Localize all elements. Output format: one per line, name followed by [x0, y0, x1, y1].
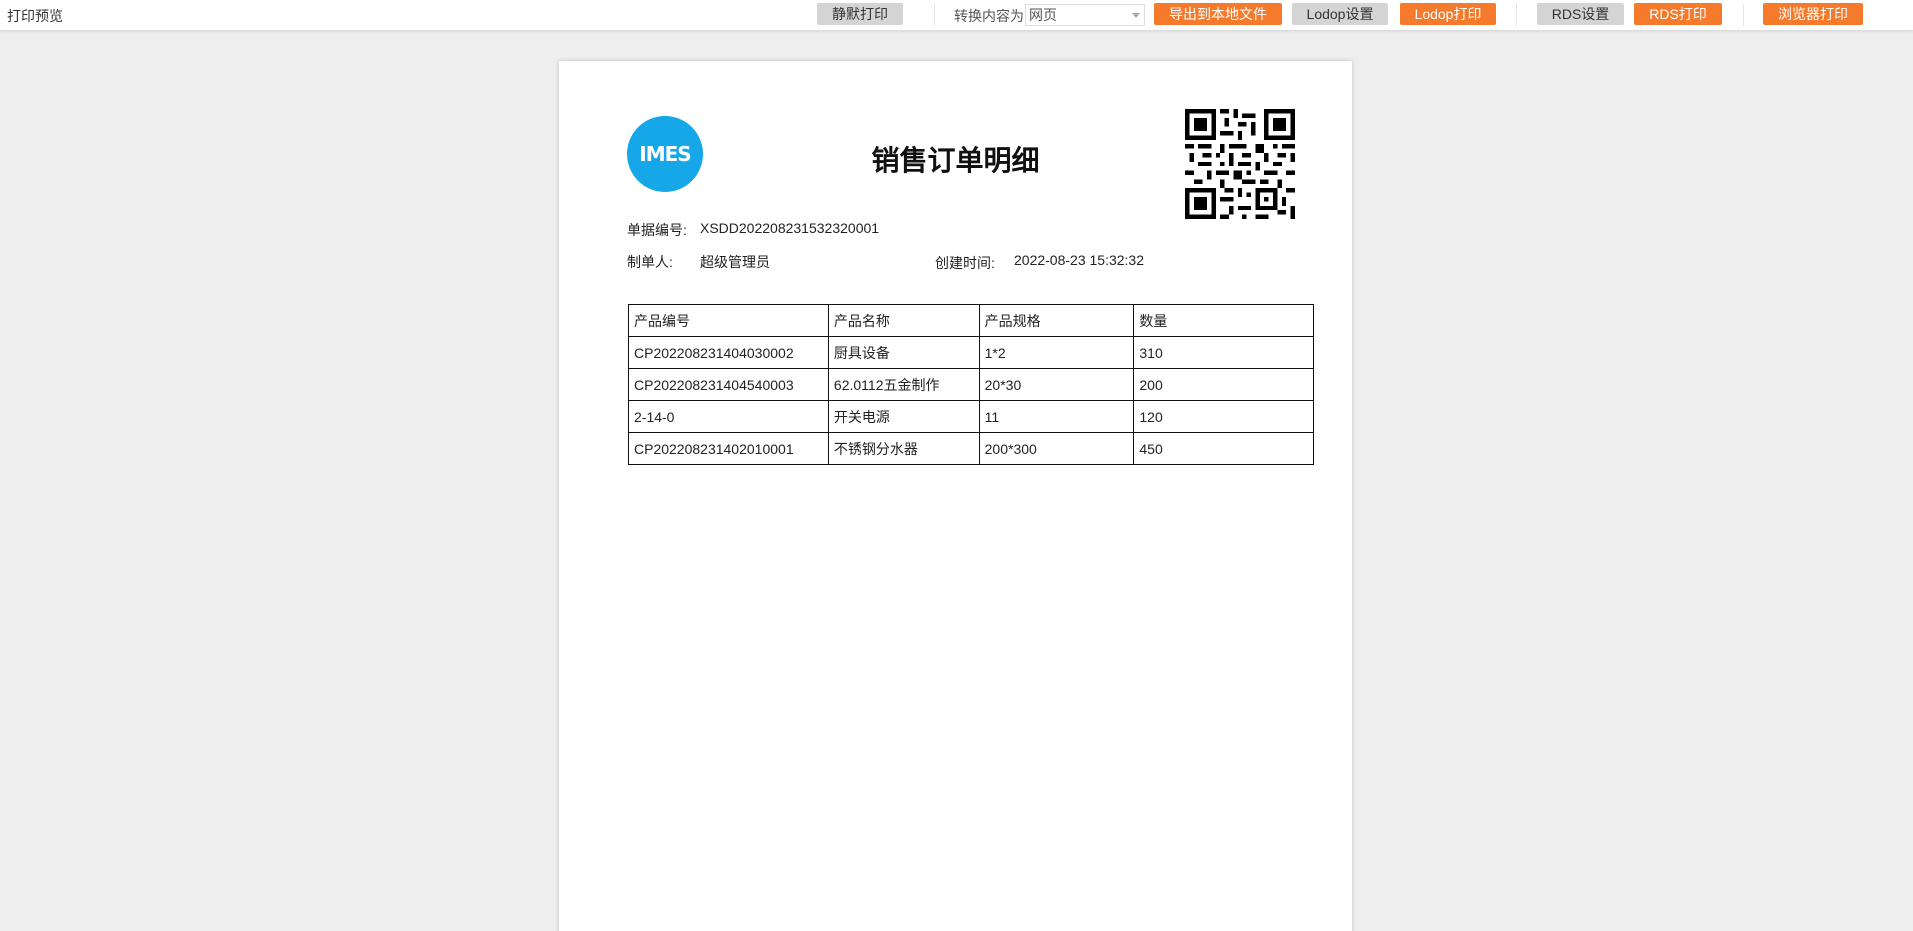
- cell-product-spec: 11: [978, 400, 1135, 433]
- cell-quantity: 200: [1133, 368, 1314, 401]
- cell-quantity: 450: [1133, 432, 1314, 465]
- cell-quantity: 310: [1133, 336, 1314, 369]
- order-no-value: XSDD202208231532320001: [700, 220, 880, 236]
- cell-product-code: CP202208231404540003: [628, 368, 829, 401]
- cell-product-spec: 200*300: [978, 432, 1135, 465]
- separator: [1516, 4, 1517, 26]
- export-local-button[interactable]: 导出到本地文件: [1154, 3, 1282, 25]
- toolbar: 打印预览 静默打印 转换内容为 网页 导出到本地文件 Lodop设置 Lodop…: [0, 0, 1913, 31]
- creator-value: 超级管理员: [700, 254, 770, 270]
- table-row: CP202208231404030002 厨具设备 1*2 310: [628, 336, 1314, 369]
- created-time-value: 2022-08-23 15:32:32: [1014, 252, 1144, 268]
- order-no-label: 单据编号:: [627, 222, 687, 238]
- qr-code: [1185, 109, 1295, 219]
- convert-label: 转换内容为: [954, 8, 1024, 24]
- table-row: 2-14-0 开关电源 11 120: [628, 400, 1314, 433]
- column-header-product-code: 产品编号: [628, 304, 829, 337]
- convert-format-value: 网页: [1029, 7, 1057, 23]
- separator: [934, 4, 935, 26]
- cell-product-spec: 20*30: [978, 368, 1135, 401]
- column-header-product-name: 产品名称: [827, 304, 980, 337]
- convert-format-select[interactable]: 网页: [1025, 4, 1145, 26]
- table-row: CP202208231402010001 不锈钢分水器 200*300 450: [628, 432, 1314, 465]
- browser-print-button[interactable]: 浏览器打印: [1763, 3, 1863, 25]
- chevron-down-icon: [1132, 13, 1140, 18]
- created-time-label: 创建时间:: [935, 255, 995, 271]
- cell-product-name: 不锈钢分水器: [827, 432, 980, 465]
- lodop-print-button[interactable]: Lodop打印: [1400, 3, 1496, 25]
- silent-print-button[interactable]: 静默打印: [817, 3, 903, 25]
- table-row: CP202208231404540003 62.0112五金制作 20*30 2…: [628, 368, 1314, 401]
- rds-settings-button[interactable]: RDS设置: [1537, 3, 1624, 25]
- separator: [1743, 4, 1744, 26]
- cell-product-name: 开关电源: [827, 400, 980, 433]
- cell-product-code: CP202208231402010001: [628, 432, 829, 465]
- page-title: 打印预览: [7, 8, 63, 24]
- cell-product-spec: 1*2: [978, 336, 1135, 369]
- order-items-table: 产品编号 产品名称 产品规格 数量 CP202208231404030002 厨…: [628, 304, 1314, 465]
- rds-print-button[interactable]: RDS打印: [1634, 3, 1722, 25]
- cell-product-code: CP202208231404030002: [628, 336, 829, 369]
- lodop-settings-button[interactable]: Lodop设置: [1292, 3, 1388, 25]
- cell-product-code: 2-14-0: [628, 400, 829, 433]
- cell-product-name: 厨具设备: [827, 336, 980, 369]
- column-header-quantity: 数量: [1133, 304, 1314, 337]
- print-page: IMES 销售订单明细 单据编号: XSDD202208231532320001: [559, 61, 1352, 931]
- table-header-row: 产品编号 产品名称 产品规格 数量: [628, 304, 1314, 337]
- column-header-product-spec: 产品规格: [978, 304, 1135, 337]
- creator-label: 制单人:: [627, 254, 673, 270]
- cell-product-name: 62.0112五金制作: [827, 368, 980, 401]
- cell-quantity: 120: [1133, 400, 1314, 433]
